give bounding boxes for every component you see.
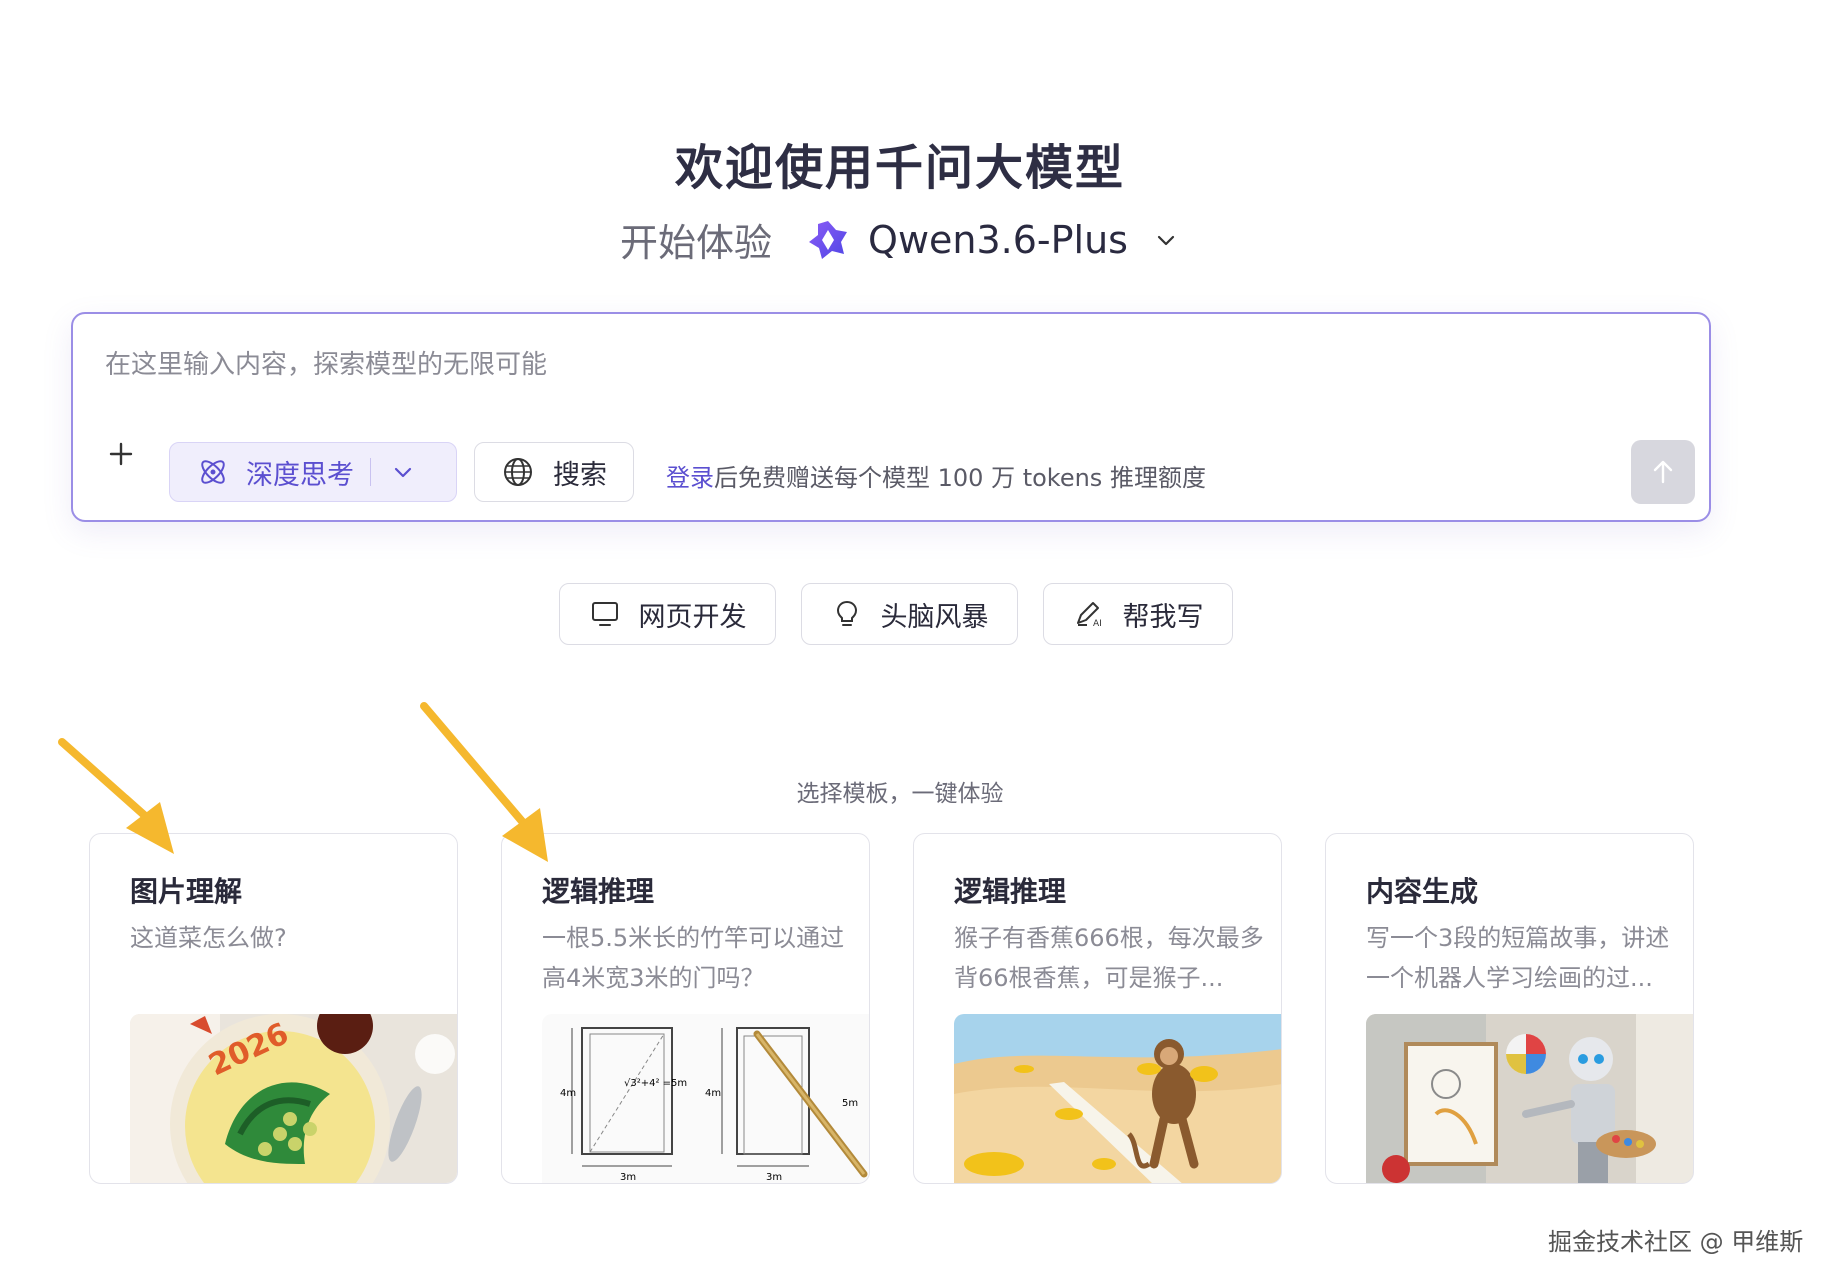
quick-action-label: 帮我写 (1122, 601, 1204, 633)
door-diagram-image: √3²+4² =5m 4m 3m 4m 5m 3m (542, 1014, 869, 1183)
atom-icon (201, 460, 225, 484)
template-card-desc: 一根5.5米长的竹竿可以通过高4米宽3米的门吗？ (542, 924, 845, 992)
template-card[interactable]: 图片理解 这道菜怎么做? 2026 (89, 833, 458, 1184)
template-card[interactable]: 逻辑推理 一根5.5米长的竹竿可以通过高4米宽3米的门吗？ √3²+4² =5m… (501, 833, 870, 1184)
deep-think-label: 深度思考 (246, 459, 354, 491)
promo-text: 登录后免费赠送每个模型 100 万 tokens 推理额度 (666, 458, 1206, 493)
template-card[interactable]: 内容生成 写一个3段的短篇故事，讲述一个机器人学习绘画的过... (1325, 833, 1694, 1184)
template-card-desc: 这道菜怎么做? (130, 924, 287, 952)
page-title: 欢迎使用千问大模型 (674, 140, 1125, 196)
monkey-desert-image (954, 1014, 1281, 1183)
diagram-height-label: 4m (560, 1088, 576, 1099)
diagram-width-label-2: 3m (766, 1172, 782, 1183)
chevron-down-icon[interactable] (389, 458, 417, 486)
login-link[interactable]: 登录 (666, 464, 714, 492)
diagram-pole-label: 5m (842, 1098, 858, 1109)
chat-composer: 在这里输入内容，探索模型的无限可能 深度思考 搜索 登录后免费赠送每个模型 10… (71, 312, 1711, 522)
quick-action-label: 网页开发 (638, 601, 747, 633)
plus-icon[interactable] (101, 434, 141, 474)
diagram-width-label: 3m (620, 1172, 636, 1183)
template-card-desc: 写一个3段的短篇故事，讲述一个机器人学习绘画的过... (1366, 924, 1670, 992)
templates-title: 选择模板，一键体验 (796, 781, 1004, 807)
diagram-height-label-2: 4m (705, 1088, 721, 1099)
model-name[interactable]: Qwen3.6-Plus (868, 218, 1128, 262)
dish-image: 2026 (130, 1014, 457, 1183)
search-label: 搜索 (553, 459, 607, 491)
arrow-up-icon (1653, 460, 1673, 484)
template-card-desc: 猴子有香蕉666根，每次最多背66根香蕉，可是猴子... (954, 924, 1264, 992)
svg-text:AI: AI (1093, 619, 1102, 629)
qwen-logo-icon (809, 220, 848, 259)
globe-icon (504, 458, 532, 486)
quick-action-brainstorm[interactable]: 头脑风暴 (801, 583, 1018, 645)
quick-action-web-dev[interactable]: 网页开发 (559, 583, 776, 645)
chat-input[interactable]: 在这里输入内容，探索模型的无限可能 (105, 344, 547, 381)
lightbulb-icon (836, 600, 857, 626)
divider (370, 458, 371, 486)
robot-painting-image (1366, 1014, 1693, 1183)
promo-message: 后免费赠送每个模型 100 万 tokens 推理额度 (714, 464, 1206, 492)
diagram-diagonal-label: √3²+4² =5m (624, 1078, 687, 1089)
template-card[interactable]: 逻辑推理 猴子有香蕉666根，每次最多背66根香蕉，可是猴子... (913, 833, 1282, 1184)
deep-think-button[interactable]: 深度思考 (169, 442, 457, 502)
ai-pen-icon: AI (1076, 602, 1102, 629)
send-button[interactable] (1631, 440, 1695, 504)
start-label: 开始体验 (620, 221, 773, 265)
template-card-title: 内容生成 (1366, 875, 1479, 908)
quick-action-label: 头脑风暴 (880, 601, 989, 633)
quick-action-help-write[interactable]: AI 帮我写 (1043, 583, 1233, 645)
search-button[interactable]: 搜索 (474, 442, 634, 502)
model-selector-row: 开始体验 Qwen3.6-Plus (0, 212, 1800, 267)
monitor-icon (591, 602, 618, 626)
watermark-text: 掘金技术社区 @ 甲维斯 (1548, 1228, 1804, 1256)
template-card-title: 逻辑推理 (954, 875, 1067, 908)
template-card-title: 逻辑推理 (542, 875, 655, 908)
template-card-title: 图片理解 (130, 875, 243, 908)
chevron-down-icon[interactable] (1152, 226, 1180, 254)
